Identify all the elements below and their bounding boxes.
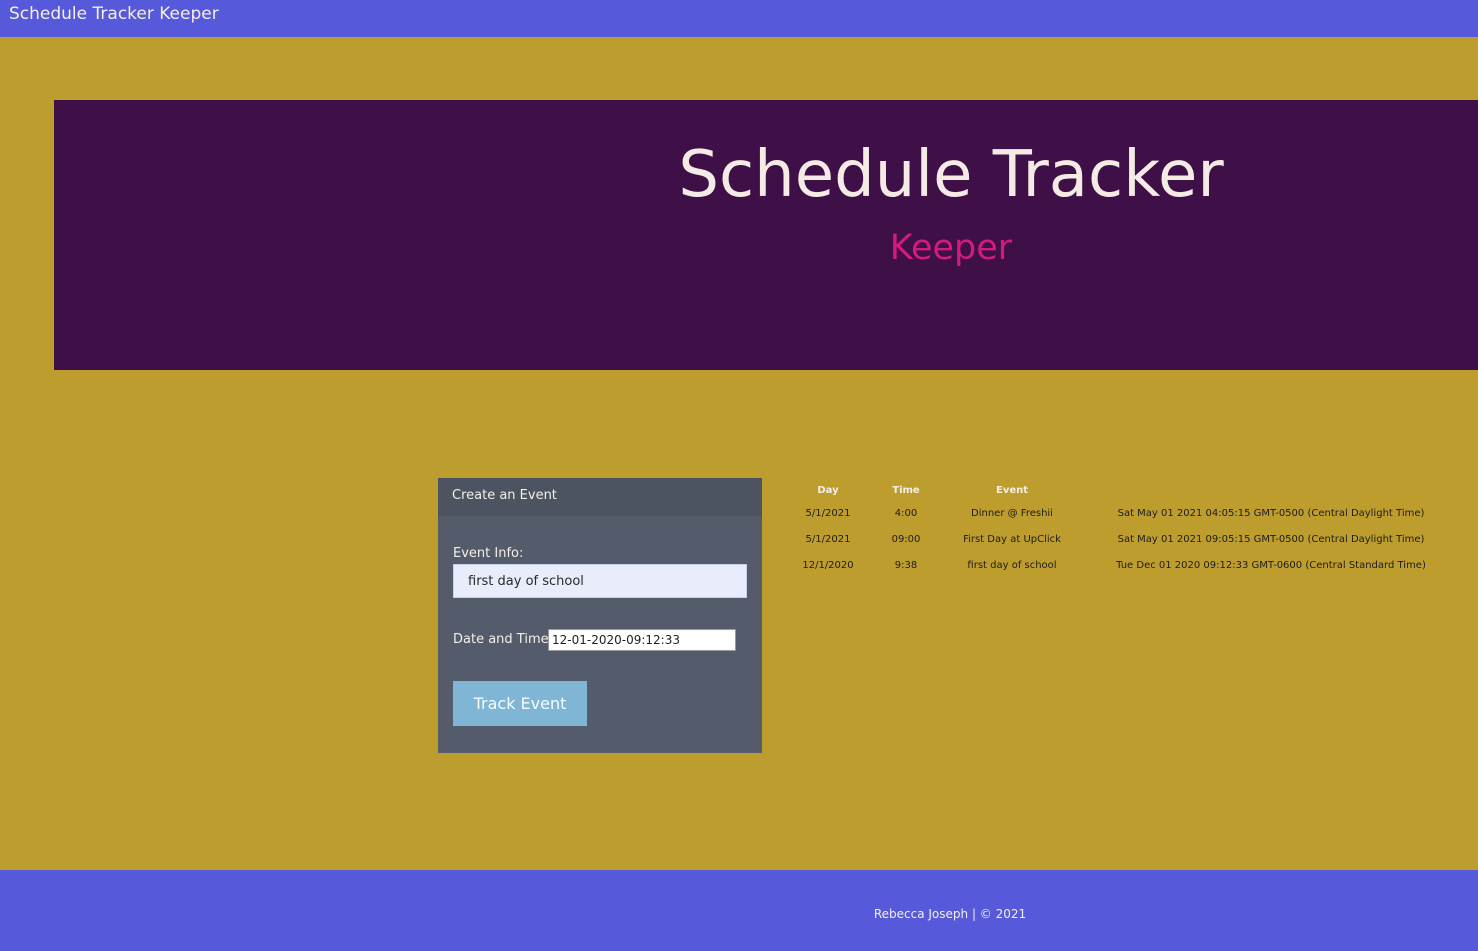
- navbar-brand[interactable]: Schedule Tracker Keeper: [9, 4, 219, 24]
- hero-banner: Schedule Tracker Keeper: [54, 100, 1478, 370]
- datetime-input[interactable]: [548, 629, 736, 651]
- card-header: Create an Event: [438, 478, 762, 516]
- table-header-row: Day Time Event: [790, 480, 1464, 500]
- column-header-time: Time: [892, 484, 920, 496]
- column-header-full-date: [1078, 480, 1464, 500]
- cell-time: 4:00: [894, 507, 918, 519]
- footer-copyright: Rebecca Joseph | © 2021: [873, 907, 1027, 921]
- cell-time: 09:00: [891, 533, 921, 545]
- navbar: Schedule Tracker Keeper: [0, 0, 1478, 37]
- events-table: Day Time Event 5/1/2021 4:00 Dinner @ Fr…: [790, 480, 1464, 578]
- cell-full-date: Sat May 01 2021 09:05:15 GMT-0500 (Centr…: [1117, 533, 1425, 545]
- cell-day: 5/1/2021: [805, 507, 851, 519]
- hero-subtitle: Keeper: [889, 228, 1013, 268]
- cell-event: first day of school: [967, 559, 1057, 571]
- card-title: Create an Event: [452, 488, 557, 503]
- event-info-input[interactable]: [453, 564, 747, 598]
- datetime-label: Date and Time:: [453, 632, 553, 647]
- cell-time: 9:38: [894, 559, 918, 571]
- footer: Rebecca Joseph | © 2021: [0, 870, 1478, 951]
- column-header-event: Event: [995, 484, 1029, 496]
- create-event-card: Create an Event Event Info: Date and Tim…: [438, 478, 762, 753]
- table-row: 5/1/2021 4:00 Dinner @ Freshii Sat May 0…: [790, 500, 1464, 526]
- cell-full-date: Tue Dec 01 2020 09:12:33 GMT-0600 (Centr…: [1116, 559, 1426, 571]
- cell-event: First Day at UpClick: [963, 533, 1061, 545]
- table-row: 5/1/2021 09:00 First Day at UpClick Sat …: [790, 526, 1464, 552]
- hero-title: Schedule Tracker: [678, 138, 1224, 212]
- event-info-label: Event Info:: [453, 546, 524, 561]
- track-event-button[interactable]: Track Event: [453, 681, 587, 726]
- cell-day: 12/1/2020: [802, 559, 854, 571]
- cell-event: Dinner @ Freshii: [971, 507, 1053, 519]
- table-row: 12/1/2020 9:38 first day of school Tue D…: [790, 552, 1464, 578]
- cell-full-date: Sat May 01 2021 04:05:15 GMT-0500 (Centr…: [1117, 507, 1425, 519]
- cell-day: 5/1/2021: [805, 533, 851, 545]
- column-header-day: Day: [817, 484, 839, 496]
